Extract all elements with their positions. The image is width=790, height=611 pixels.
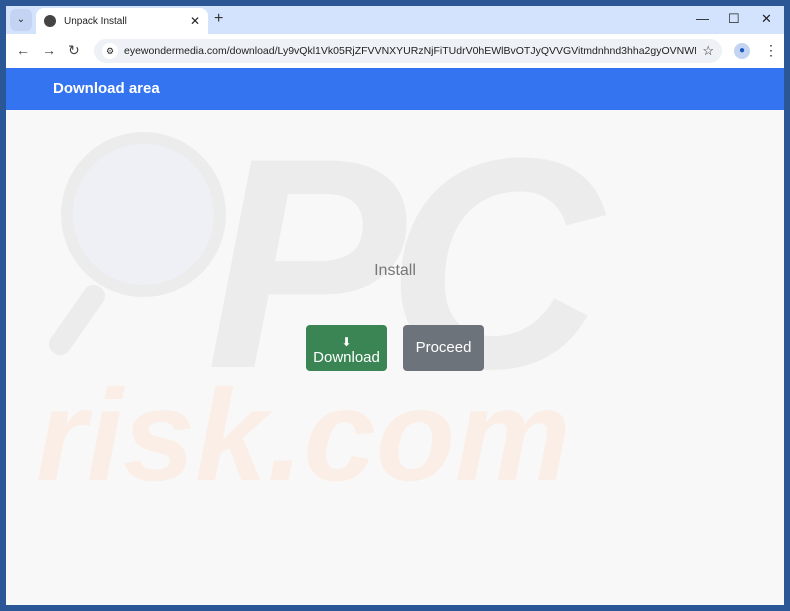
site-info-icon[interactable]: ⚙: [102, 43, 118, 59]
forward-icon[interactable]: →: [42, 42, 56, 58]
profile-avatar[interactable]: ●: [734, 43, 750, 59]
back-icon[interactable]: ←: [16, 42, 30, 58]
tab-title: Unpack Install: [64, 15, 127, 27]
watermark-magnifier-handle: [45, 280, 109, 360]
maximize-button[interactable]: ☐: [728, 11, 740, 27]
tab-bar: ⌄ Unpack Install ✕ + — ☐ ✕: [6, 6, 784, 34]
reload-icon[interactable]: ↻: [68, 42, 80, 59]
download-button[interactable]: ⬇ Download: [306, 325, 387, 371]
url-text[interactable]: eyewondermedia.com/download/Ly9vQkl1Vk05…: [124, 45, 696, 57]
watermark-risk: risk.com: [36, 362, 571, 508]
tab-search-button[interactable]: ⌄: [10, 9, 32, 31]
minimize-button[interactable]: —: [696, 11, 709, 26]
close-tab-icon[interactable]: ✕: [190, 14, 200, 28]
menu-icon[interactable]: ⋮: [764, 42, 778, 59]
proceed-button[interactable]: Proceed: [403, 325, 484, 371]
browser-window: ⌄ Unpack Install ✕ + — ☐ ✕ ← → ↻ ⚙ eyewo…: [6, 6, 784, 605]
toolbar: ← → ↻ ⚙ eyewondermedia.com/download/Ly9v…: [6, 34, 784, 68]
bookmark-star-icon[interactable]: ☆: [702, 43, 714, 59]
download-label: Download: [313, 348, 380, 366]
globe-icon: [44, 15, 56, 27]
new-tab-button[interactable]: +: [214, 10, 223, 28]
download-icon: ⬇: [341, 334, 352, 349]
tab-active[interactable]: Unpack Install ✕: [36, 8, 208, 34]
page-header: Download area: [6, 68, 784, 110]
close-window-button[interactable]: ✕: [761, 11, 772, 27]
page-content: PC risk.com Install ⬇ Download Proceed: [6, 110, 784, 605]
address-bar[interactable]: ⚙ eyewondermedia.com/download/Ly9vQkl1Vk…: [94, 39, 722, 63]
page-heading: Install: [374, 262, 416, 279]
